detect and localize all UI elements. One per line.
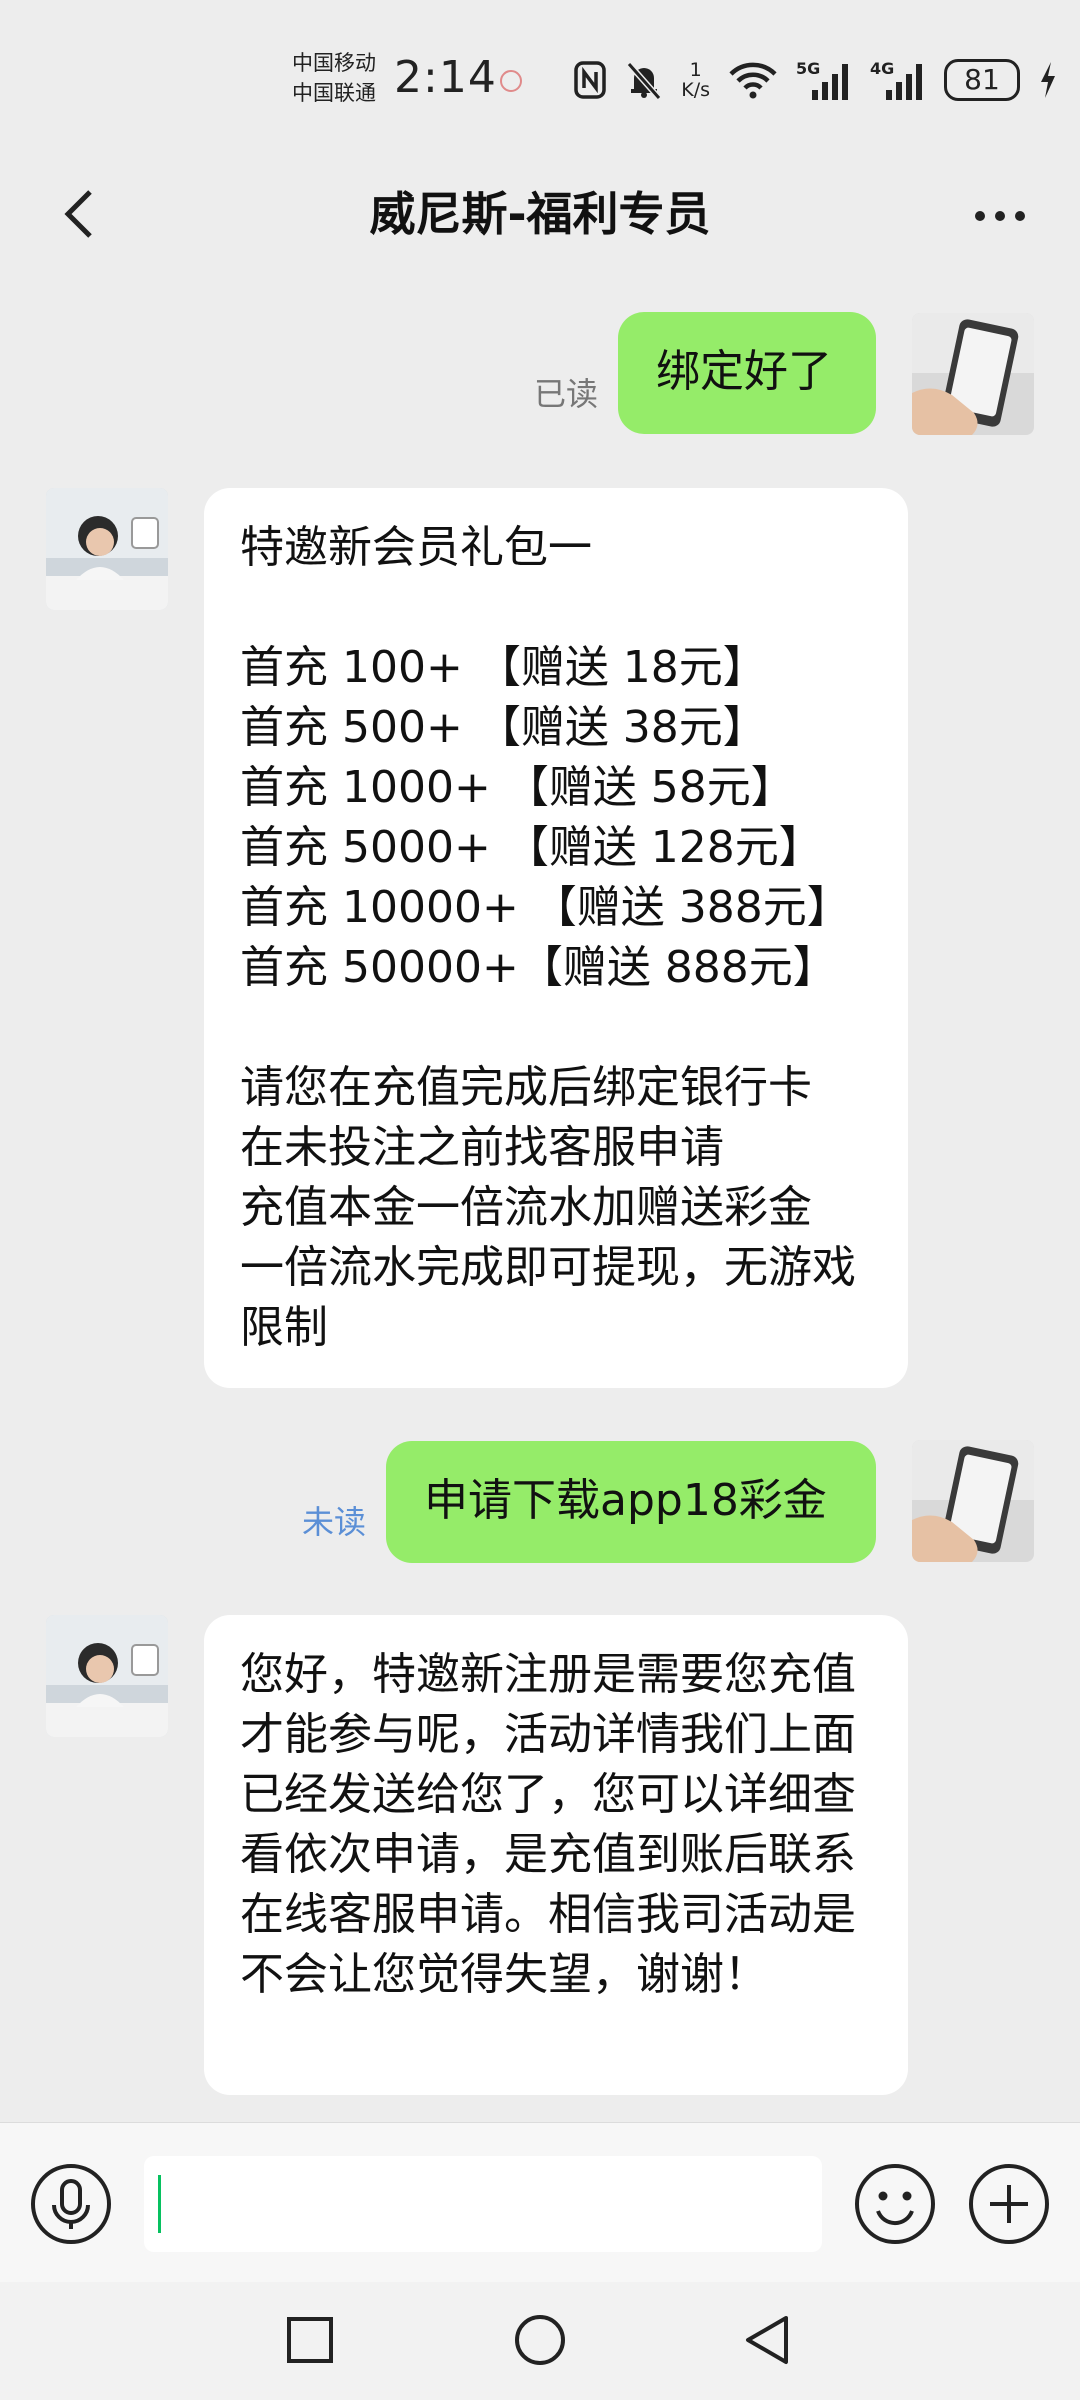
microphone-icon[interactable]: [28, 2161, 114, 2247]
clock: 2:14: [394, 52, 497, 103]
square-icon[interactable]: [278, 2308, 342, 2372]
message-bubble-incoming[interactable]: 特邀新会员礼包一 首充 100+ 【赠送 18元】 首充 500+ 【赠送 38…: [204, 488, 908, 1388]
speed-value: 1: [689, 59, 702, 81]
unread-status-label: 未读: [302, 1503, 367, 1541]
my-avatar[interactable]: [912, 1440, 1034, 1562]
status-icons: 1 K/s 5G 4G 81: [573, 50, 1058, 110]
circle-icon[interactable]: [508, 2308, 572, 2372]
phone-hand-photo: [912, 313, 1034, 435]
customer-service-photo: [46, 1615, 168, 1737]
carrier-1: 中国移动: [292, 51, 376, 75]
plus-icon[interactable]: [966, 2161, 1052, 2247]
text-caret: [158, 2175, 161, 2233]
battery-indicator: 81: [944, 59, 1020, 101]
chat-header: 威尼斯-福利专员: [0, 160, 1080, 270]
carrier-2: 中国联通: [292, 81, 376, 105]
phone-hand-photo: [912, 1440, 1034, 1562]
more-dots-icon[interactable]: [970, 196, 1030, 236]
signal-5g-icon: 5G: [796, 59, 848, 100]
smiley-icon[interactable]: [852, 2161, 938, 2247]
nfc-icon: [574, 61, 606, 99]
message-input[interactable]: [144, 2156, 822, 2252]
signal-5g-label: 5G: [796, 59, 820, 78]
speed-unit: K/s: [681, 79, 710, 101]
message-bubble-outgoing[interactable]: 绑定好了: [618, 312, 876, 434]
mute-bell-icon: [626, 62, 662, 100]
charging-icon: [1041, 62, 1055, 98]
contact-avatar[interactable]: [46, 488, 168, 610]
triangle-back-icon[interactable]: [736, 2308, 800, 2372]
carrier-names: 中国移动 中国联通: [292, 48, 392, 108]
notification-icon: [500, 70, 522, 92]
contact-avatar[interactable]: [46, 1615, 168, 1737]
status-bar: 中国移动 中国联通 2:14 1 K/s 5G 4G 81: [0, 0, 1080, 160]
message-bubble-outgoing[interactable]: 申请下载app18彩金: [386, 1441, 876, 1563]
signal-4g-icon: 4G: [870, 59, 922, 100]
customer-service-photo: [46, 488, 168, 610]
input-bar: [0, 2122, 1080, 2282]
wifi-icon: [729, 62, 777, 99]
signal-4g-label: 4G: [870, 59, 894, 78]
network-speed: 1 K/s: [681, 60, 710, 100]
system-nav-bar: [0, 2282, 1080, 2400]
chat-title: 威尼斯-福利专员: [369, 187, 711, 241]
read-status-label: 已读: [534, 375, 599, 413]
my-avatar[interactable]: [912, 313, 1034, 435]
message-bubble-incoming[interactable]: 您好，特邀新注册是需要您充值才能参与呢，活动详情我们上面已经发送给您了，您可以详…: [204, 1615, 908, 2095]
